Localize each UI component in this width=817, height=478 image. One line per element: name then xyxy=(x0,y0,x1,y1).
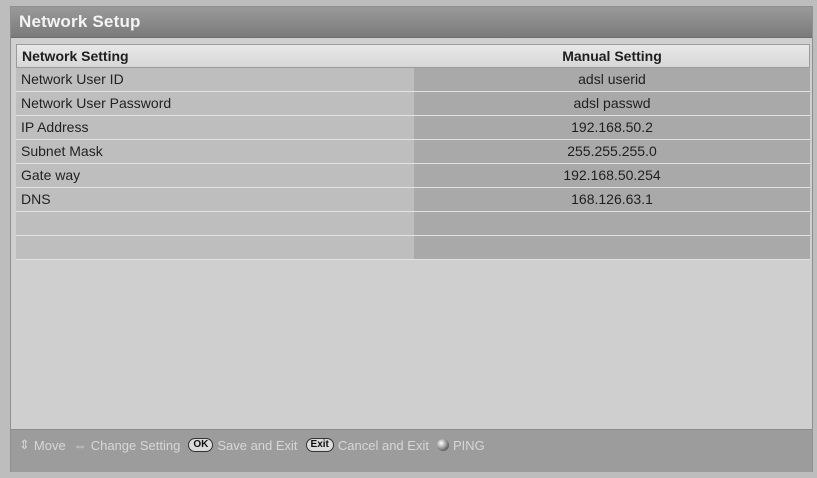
row-value[interactable]: 168.126.63.1 xyxy=(414,188,810,211)
settings-table: Network Setting Manual Setting Network U… xyxy=(16,44,810,260)
screen: Network Setup Network Setting Manual Set… xyxy=(0,0,817,478)
table-row-empty xyxy=(16,236,810,260)
table-header: Network Setting Manual Setting xyxy=(16,44,810,68)
legend-save-exit: OK Save and Exit xyxy=(188,437,298,453)
title-bar: Network Setup xyxy=(11,7,812,38)
table-row-empty xyxy=(16,212,810,236)
row-value[interactable]: 255.255.255.0 xyxy=(414,140,810,163)
row-value[interactable]: 192.168.50.2 xyxy=(414,116,810,139)
row-value[interactable]: adsl passwd xyxy=(414,92,810,115)
legend-change-setting-label: Change Setting xyxy=(90,437,181,453)
row-value xyxy=(414,212,810,235)
footer-help-bar: ⇕ Move ⇔ Change Setting OK Save and Exit… xyxy=(11,429,812,472)
column-header-network-setting: Network Setting xyxy=(22,48,129,64)
left-right-arrow-icon: ⇔ xyxy=(73,437,87,453)
table-row-subnet-mask[interactable]: Subnet Mask 255.255.255.0 xyxy=(16,140,810,164)
legend-cancel-exit: Exit Cancel and Exit xyxy=(305,437,429,453)
row-label xyxy=(16,236,414,259)
table-row-dns[interactable]: DNS 168.126.63.1 xyxy=(16,188,810,212)
legend-change-setting: ⇔ Change Setting xyxy=(74,438,181,453)
legend-cancel-exit-label: Cancel and Exit xyxy=(337,437,429,453)
row-label xyxy=(16,212,414,235)
column-header-manual-setting: Manual Setting xyxy=(562,48,662,64)
exit-key-icon: Exit xyxy=(305,438,334,452)
row-value xyxy=(414,236,810,259)
legend-move: ⇕ Move xyxy=(19,437,66,453)
row-value[interactable]: 192.168.50.254 xyxy=(414,164,810,187)
network-setup-window: Network Setup Network Setting Manual Set… xyxy=(10,6,813,472)
table-row-network-user-id[interactable]: Network User ID adsl userid xyxy=(16,68,810,92)
red-dot-icon xyxy=(436,439,449,451)
up-down-arrow-icon: ⇕ xyxy=(19,437,30,452)
table-row-ip-address[interactable]: IP Address 192.168.50.2 xyxy=(16,116,810,140)
row-label: Gate way xyxy=(16,164,414,187)
row-label: Subnet Mask xyxy=(16,140,414,163)
row-label: Network User ID xyxy=(16,68,414,91)
legend-save-exit-label: Save and Exit xyxy=(217,437,298,453)
row-value[interactable]: adsl userid xyxy=(414,68,810,91)
table-row-network-user-password[interactable]: Network User Password adsl passwd xyxy=(16,92,810,116)
window-title: Network Setup xyxy=(19,12,141,31)
legend-ping-label: PING xyxy=(452,437,485,453)
legend-ping: PING xyxy=(436,437,485,453)
row-label: IP Address xyxy=(16,116,414,139)
row-label: Network User Password xyxy=(16,92,414,115)
ok-key-icon: OK xyxy=(188,438,214,452)
key-legend: ⇕ Move ⇔ Change Setting OK Save and Exit… xyxy=(19,437,493,453)
table-row-gateway[interactable]: Gate way 192.168.50.254 xyxy=(16,164,810,188)
row-label: DNS xyxy=(16,188,414,211)
legend-move-label: Move xyxy=(33,437,66,453)
